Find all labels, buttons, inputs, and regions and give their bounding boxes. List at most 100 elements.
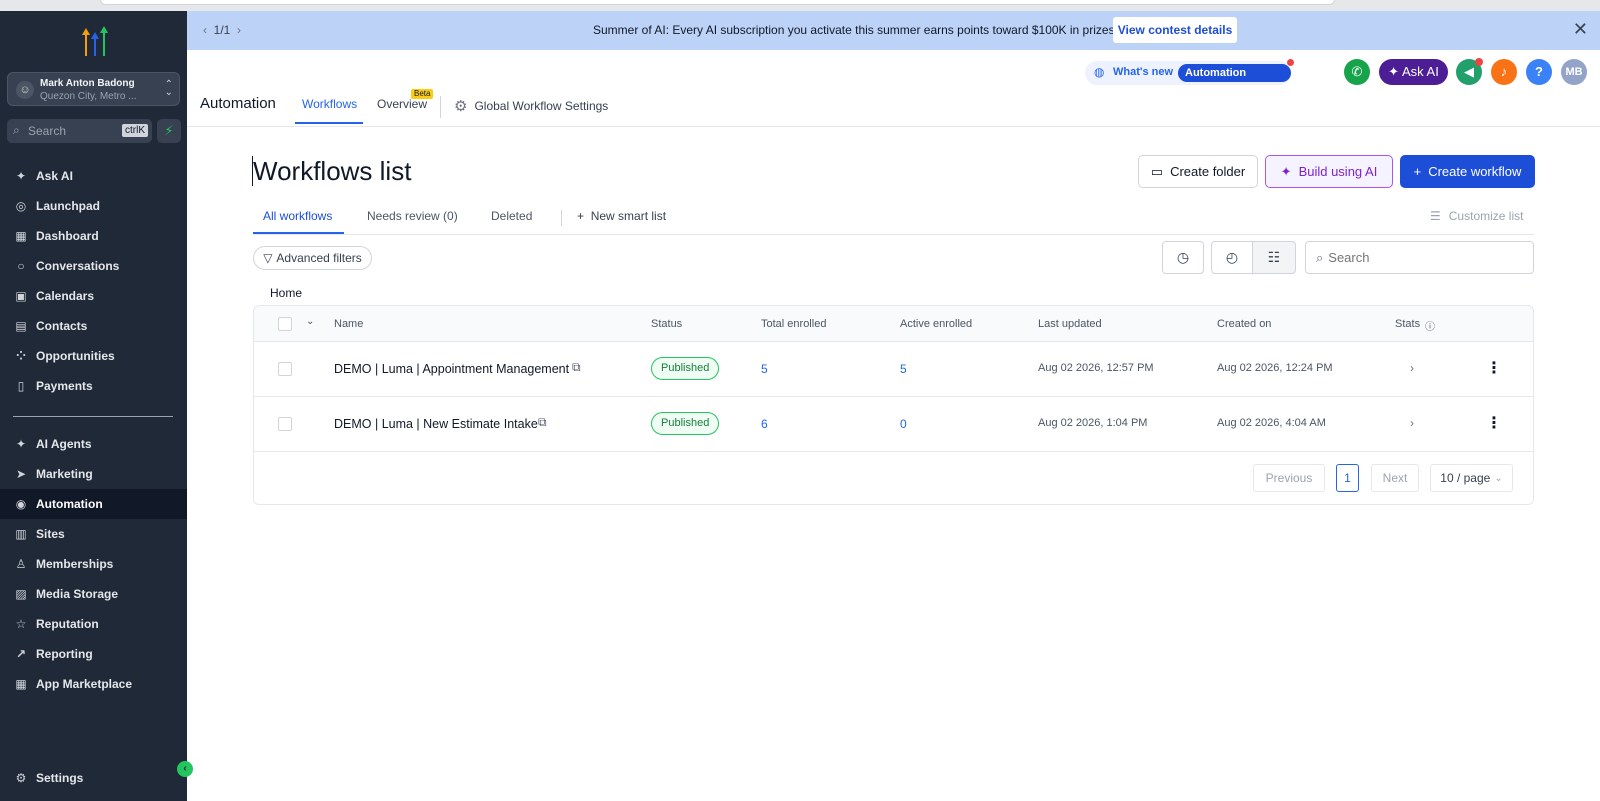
list-view-button[interactable]: ☷ xyxy=(1252,241,1296,274)
search-icon: ⌕ xyxy=(13,123,20,137)
beta-badge: Beta xyxy=(411,89,434,99)
global-settings-label: Global Workflow Settings xyxy=(474,99,609,113)
previous-page-button[interactable]: Previous xyxy=(1253,464,1325,492)
active-enrolled-value[interactable]: 5 xyxy=(900,362,907,376)
folder-icon: ▭ xyxy=(1150,163,1164,179)
row-checkbox[interactable] xyxy=(278,417,292,431)
create-workflow-button[interactable]: + Create workflow xyxy=(1400,155,1535,188)
page-number-button[interactable]: 1 xyxy=(1336,464,1359,492)
subtab-all-workflows[interactable]: All workflows xyxy=(263,209,332,223)
calendar-icon: ▣ xyxy=(15,289,27,303)
sidebar-item-marketing[interactable]: ➤ Marketing xyxy=(0,459,187,489)
close-icon[interactable]: ✕ xyxy=(1573,19,1588,39)
notifications-button[interactable]: ♪ xyxy=(1491,59,1517,85)
workflow-name[interactable]: DEMO | Luma | New Estimate Intake xyxy=(334,417,538,431)
tab-workflows[interactable]: Workflows xyxy=(302,97,357,111)
sidebar-item-conversations[interactable]: ○ Conversations xyxy=(0,251,187,281)
chevron-right-icon[interactable]: › xyxy=(237,23,241,37)
sidebar-item-memberships[interactable]: ♙ Memberships xyxy=(0,549,187,579)
sliders-icon: ☰ xyxy=(1430,209,1441,223)
subtab-needs-review[interactable]: Needs review (0) xyxy=(367,209,458,223)
chevron-right-icon[interactable]: › xyxy=(1410,416,1414,430)
sidebar-item-sites[interactable]: ▥ Sites xyxy=(0,519,187,549)
automation-icon: ◉ xyxy=(15,497,27,511)
sidebar-item-label: Payments xyxy=(36,379,93,393)
more-actions-icon[interactable]: ⋮ xyxy=(1486,413,1502,433)
help-button[interactable]: ? xyxy=(1526,59,1552,85)
sidebar-search-placeholder: Search xyxy=(28,124,67,138)
page-size-select[interactable]: 10 / page ⌄ xyxy=(1430,464,1513,492)
trend-icon: ↗ xyxy=(15,647,27,661)
more-actions-icon[interactable]: ⋮ xyxy=(1486,358,1502,378)
sidebar-collapse-button[interactable]: ‹ xyxy=(177,761,193,777)
sidebar-item-dashboard[interactable]: ▦ Dashboard xyxy=(0,221,187,251)
sidebar-item-label: Launchpad xyxy=(36,199,101,213)
sidebar-item-opportunities[interactable]: ⁘ Opportunities xyxy=(0,341,187,371)
history-button[interactable]: ◷ xyxy=(1162,241,1204,274)
sidebar-item-automation[interactable]: ◉ Automation xyxy=(0,489,187,519)
sidebar-item-media-storage[interactable]: ▨ Media Storage xyxy=(0,579,187,609)
sidebar-divider xyxy=(13,416,173,417)
sidebar-item-settings[interactable]: ⚙ Settings xyxy=(0,763,187,793)
table-row[interactable]: DEMO | Luma | New Estimate Intake ⧉ Publ… xyxy=(254,397,1533,452)
plus-icon: + xyxy=(1413,164,1422,179)
next-page-button[interactable]: Next xyxy=(1371,464,1419,492)
row-checkbox[interactable] xyxy=(278,362,292,376)
account-switcher[interactable]: ☺ Mark Anton Badong Quezon City, Metro .… xyxy=(7,72,180,106)
whats-new-pill[interactable]: ◍ What's new Automation updates xyxy=(1085,59,1294,97)
megaphone-icon: ◍ xyxy=(1094,65,1105,79)
breadcrumb[interactable]: Home xyxy=(270,286,302,300)
create-folder-button[interactable]: ▭ Create folder xyxy=(1138,155,1258,188)
workflow-name[interactable]: DEMO | Luma | Appointment Management xyxy=(334,362,569,376)
chevron-right-icon[interactable]: › xyxy=(1410,361,1414,375)
sidebar-item-app-marketplace[interactable]: ▦ App Marketplace xyxy=(0,669,187,699)
sidebar-item-contacts[interactable]: ▤ Contacts xyxy=(0,311,187,341)
phone-button[interactable]: ✆ xyxy=(1344,59,1370,85)
sidebar-item-ask-ai[interactable]: ✦ Ask AI xyxy=(0,161,187,191)
search-input[interactable] xyxy=(1328,250,1519,265)
global-workflow-settings-link[interactable]: ⚙ Global Workflow Settings xyxy=(454,97,608,115)
tab-overview[interactable]: Overview xyxy=(377,97,427,111)
sidebar-item-label: Contacts xyxy=(36,319,88,333)
advanced-filters-button[interactable]: ▽ Advanced filters xyxy=(253,246,372,270)
send-icon: ➤ xyxy=(15,467,27,481)
subtab-deleted[interactable]: Deleted xyxy=(491,209,532,223)
sidebar-item-label: Conversations xyxy=(36,259,120,273)
sidebar-item-launchpad[interactable]: ◎ Launchpad xyxy=(0,191,187,221)
chevron-down-icon[interactable]: ⌄ xyxy=(306,316,314,327)
total-enrolled-value[interactable]: 6 xyxy=(761,417,768,431)
sidebar-item-label: Opportunities xyxy=(36,349,115,363)
sidebar-item-reporting[interactable]: ↗ Reporting xyxy=(0,639,187,669)
sidebar-item-label: Dashboard xyxy=(36,229,99,243)
sidebar-item-reputation[interactable]: ☆ Reputation xyxy=(0,609,187,639)
sidebar-item-ai-agents[interactable]: ✦ AI Agents xyxy=(0,429,187,459)
recent-view-button[interactable]: ◴ xyxy=(1211,241,1253,274)
sidebar-search[interactable]: ⌕ Search ctrlK xyxy=(7,119,152,143)
active-enrolled-value[interactable]: 0 xyxy=(900,417,907,431)
external-link-icon[interactable]: ⧉ xyxy=(572,360,581,375)
sidebar-item-calendars[interactable]: ▣ Calendars xyxy=(0,281,187,311)
badge-icon: ♙ xyxy=(15,557,27,571)
external-link-icon[interactable]: ⧉ xyxy=(538,415,547,430)
ask-ai-label: Ask AI xyxy=(1401,64,1439,79)
chevron-left-icon[interactable]: ‹ xyxy=(203,23,207,37)
ask-ai-button[interactable]: ✦ Ask AI xyxy=(1379,59,1448,85)
automation-updates-badge: Automation updates xyxy=(1178,64,1291,97)
sidebar-item-label: Memberships xyxy=(36,557,114,571)
sidebar-item-label: Sites xyxy=(36,527,65,541)
workflow-search[interactable]: ⌕ xyxy=(1305,241,1534,274)
table-row[interactable]: DEMO | Luma | Appointment Management ⧉ P… xyxy=(254,342,1533,397)
total-enrolled-value[interactable]: 5 xyxy=(761,362,768,376)
build-using-ai-button[interactable]: ✦ Build using AI xyxy=(1265,155,1393,188)
created-on-value: Aug 02 2026, 12:24 PM xyxy=(1217,362,1333,374)
subtab-divider xyxy=(561,210,562,226)
help-icon: ? xyxy=(1535,64,1543,79)
new-smart-list-button[interactable]: + New smart list xyxy=(577,209,666,223)
quick-actions-button[interactable]: ⚡ xyxy=(157,119,181,143)
customize-list-button[interactable]: ☰ Customize list xyxy=(1430,209,1523,223)
sidebar-item-payments[interactable]: ▯ Payments xyxy=(0,371,187,401)
user-avatar[interactable]: MB xyxy=(1561,59,1587,85)
sidebar-item-label: Automation xyxy=(36,497,103,511)
view-contest-button[interactable]: View contest details xyxy=(1113,17,1237,43)
select-all-checkbox[interactable] xyxy=(278,317,292,331)
